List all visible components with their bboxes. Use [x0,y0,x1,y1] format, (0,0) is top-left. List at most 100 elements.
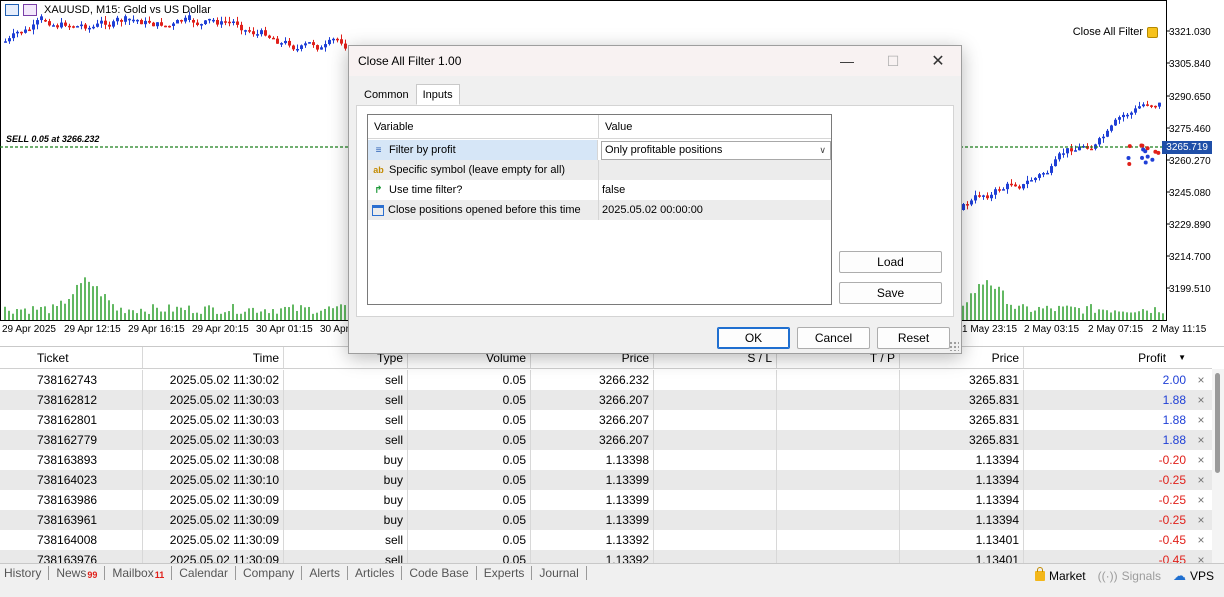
cancel-button[interactable]: Cancel [797,327,870,349]
chart-window-icon[interactable] [23,4,37,16]
close-position-icon[interactable]: × [1190,470,1212,490]
tab-news[interactable]: News 99 [49,566,106,580]
table-scrollbar[interactable] [1212,369,1224,565]
tab-mailbox[interactable]: Mailbox 11 [105,566,173,580]
close-position-icon[interactable]: × [1190,390,1212,410]
param-row-specific-symbol[interactable]: ab Specific symbol (leave empty for all) [368,160,831,180]
select-value: Only profitable positions [605,144,723,156]
col-ticket[interactable]: Ticket [0,347,143,368]
param-value-cell[interactable]: false [599,180,831,200]
param-name: Close positions opened before this time [388,204,581,216]
minimize-button[interactable]: — [824,46,870,76]
tab-journal[interactable]: Journal [532,566,587,580]
close-position-icon[interactable]: × [1190,510,1212,530]
cell-ticket: 738162801 [0,410,143,430]
tab-badge: 11 [154,570,165,580]
cell-type: buy [284,490,408,510]
table-row[interactable]: 738163893 2025.05.02 11:30:08 buy 0.05 1.133… [0,450,1212,470]
scrollbar-thumb[interactable] [1215,373,1220,473]
cell-ticket: 738163893 [0,450,143,470]
grid-col-value[interactable]: Value [599,115,831,138]
cell-price: 1.13398 [531,450,654,470]
candle-body [220,21,223,25]
tab-label: Experts [483,566,525,580]
candle-body [970,200,973,205]
table-row[interactable]: 738162779 2025.05.02 11:30:03 sell 0.05 3266… [0,430,1212,450]
table-row[interactable]: 738162743 2025.05.02 11:30:02 sell 0.05 3266… [0,370,1212,390]
tab-articles[interactable]: Articles [348,566,403,580]
trade-marker [1143,160,1148,165]
candle-body [292,45,295,50]
close-position-icon[interactable]: × [1190,530,1212,550]
reset-button[interactable]: Reset [877,327,950,349]
table-row[interactable]: 738162801 2025.05.02 11:30:03 sell 0.05 3266… [0,410,1212,430]
param-row-close-before-time[interactable]: Close positions opened before this time … [368,200,831,220]
candle-body [1058,153,1061,160]
cell-volume: 0.05 [408,530,531,550]
candle-body [216,20,219,25]
param-name-cell: Close positions opened before this time [368,200,599,220]
chart-symbol-title: XAUUSD, M15: Gold vs US Dollar [44,4,211,16]
param-value-cell[interactable]: 2025.05.02 00:00:00 [599,200,831,220]
close-position-icon[interactable]: × [1190,430,1212,450]
candle-body [132,19,135,22]
cell-ticket: 738162743 [0,370,143,390]
cell-sl [654,450,777,470]
table-row[interactable]: 738162812 2025.05.02 11:30:03 sell 0.05 3266… [0,390,1212,410]
candle-body [96,23,99,27]
ok-button[interactable]: OK [717,327,790,349]
chevron-down-icon[interactable]: ∨ [819,145,826,156]
ea-properties-dialog: Close All Filter 1.00 — ☐ ✕ Common Input… [348,45,962,354]
chart-menu-icon[interactable] [5,4,19,16]
close-position-icon[interactable]: × [1190,450,1212,470]
param-value-cell[interactable] [599,160,831,180]
trade-line-label: SELL 0.05 at 3266.232 [6,134,100,144]
close-position-icon[interactable]: × [1190,370,1212,390]
tab-experts[interactable]: Experts [477,566,533,580]
save-button[interactable]: Save [839,282,942,304]
dialog-titlebar[interactable]: Close All Filter 1.00 — ☐ ✕ [349,46,961,76]
tab-company[interactable]: Company [236,566,303,580]
candle-body [140,20,143,25]
cell-price: 3266.207 [531,390,654,410]
table-row[interactable]: 738164023 2025.05.02 11:30:10 buy 0.05 1.133… [0,470,1212,490]
col-time[interactable]: Time [143,347,284,368]
grid-col-variable[interactable]: Variable [368,115,599,138]
tab-common[interactable]: Common [357,84,416,105]
param-name-cell: ab Specific symbol (leave empty for all) [368,160,599,180]
cell-sl [654,510,777,530]
tab-inputs[interactable]: Inputs [415,84,460,105]
candle-body [1038,174,1041,178]
load-button[interactable]: Load [839,251,942,273]
vps-button[interactable]: ☁ VPS [1173,568,1214,584]
close-position-icon[interactable]: × [1190,490,1212,510]
trade-positions-table: Ticket Time Type Volume Price S / L T / … [0,346,1224,570]
market-label: Market [1048,569,1086,583]
table-row[interactable]: 738163961 2025.05.02 11:30:09 buy 0.05 1.133… [0,510,1212,530]
close-button[interactable]: ✕ [915,46,961,76]
tab-alerts[interactable]: Alerts [302,566,348,580]
cell-time: 2025.05.02 11:30:03 [143,390,284,410]
tab-label: Journal [539,566,579,580]
candle-body [1142,104,1145,107]
expert-advisor-label[interactable]: Close All Filter [1073,26,1158,38]
table-row[interactable]: 738164008 2025.05.02 11:30:09 sell 0.05 1.13… [0,530,1212,550]
signals-button[interactable]: ((·)) Signals [1098,569,1161,583]
tab-calendar[interactable]: Calendar [172,566,236,580]
col-profit[interactable]: Profit ▼ [1024,347,1190,368]
tab-label: History [4,566,42,580]
tab-history[interactable]: History [0,566,50,580]
close-position-icon[interactable]: × [1190,410,1212,430]
resize-grip-icon[interactable] [949,341,959,351]
table-row[interactable]: 738163986 2025.05.02 11:30:09 buy 0.05 1.133… [0,490,1212,510]
tab-code-base[interactable]: Code Base [402,566,477,580]
cell-type: buy [284,450,408,470]
param-row-filter-by-profit[interactable]: ≡ Filter by profit Only profitable posit… [368,140,831,160]
cell-profit: -0.20 [1158,453,1186,467]
candle-body [136,19,139,22]
market-button[interactable]: Market [1034,567,1086,583]
cell-current_price: 1.13394 [900,490,1024,510]
dialog-tabs: Common Inputs [357,84,460,105]
filter-by-profit-select[interactable]: Only profitable positions ∨ [601,140,831,160]
param-row-use-time-filter[interactable]: ↱ Use time filter? false [368,180,831,200]
